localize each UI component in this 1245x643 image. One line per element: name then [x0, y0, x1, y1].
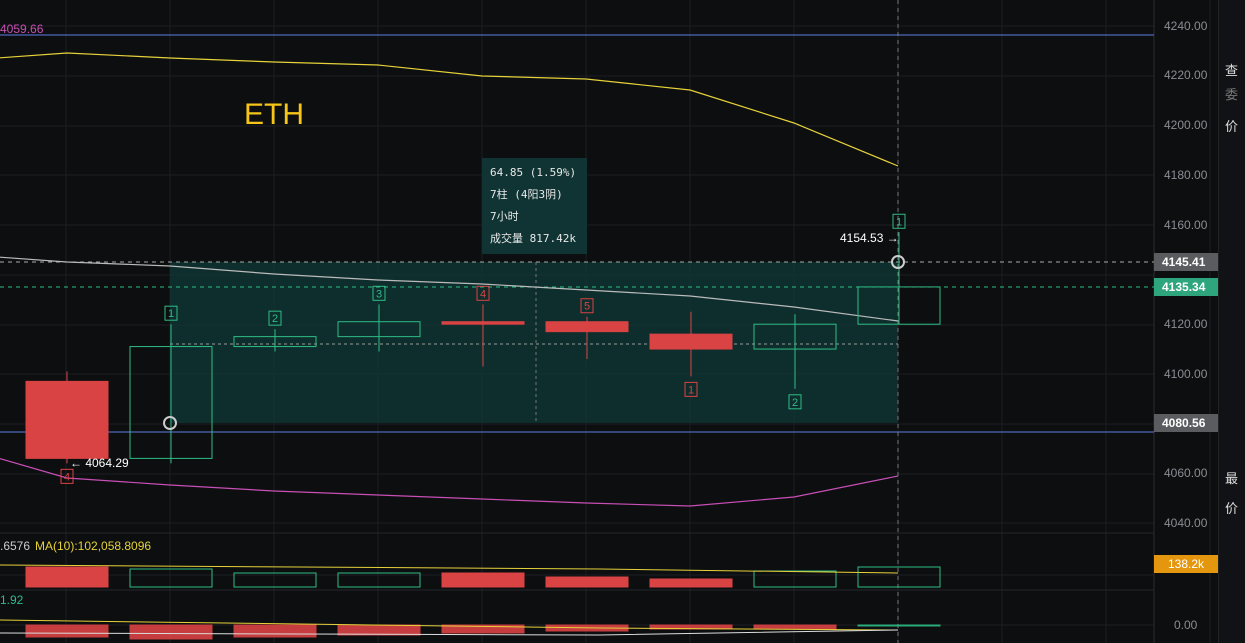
- volume-ma5-label: .6576: [0, 539, 31, 553]
- volume-bar: [25, 566, 109, 588]
- measure-bars: 7柱 (4阳3阴): [490, 188, 563, 201]
- y-tick: 4060.00: [1164, 466, 1208, 480]
- macd-value-label: 1.92: [0, 593, 24, 607]
- last-price-tag: 4135.34: [1154, 278, 1218, 296]
- volume-tag: 138.2k: [1154, 555, 1218, 573]
- y-tick: 4200.00: [1164, 118, 1208, 132]
- volume-bar: [753, 570, 837, 588]
- measure-tooltip: 64.85 (1.59%) 7柱 (4阳3阴) 7小时 成交量 817.42k: [482, 158, 587, 254]
- macd-bar: [129, 624, 213, 640]
- volume-bar: [545, 576, 629, 588]
- macd-bar: [25, 624, 109, 638]
- bar-count-label: 1: [168, 308, 174, 320]
- candle-body: [441, 321, 525, 325]
- side-label: 委: [1225, 87, 1239, 102]
- bar-count-label: 1: [688, 384, 694, 396]
- volume-bar: [129, 568, 213, 588]
- bar-count-label: 3: [376, 288, 382, 300]
- measure-change: 64.85 (1.59%): [490, 166, 577, 179]
- y-tick: 4040.00: [1164, 516, 1208, 530]
- candle-body: [649, 333, 733, 350]
- measure-duration: 7小时: [490, 210, 519, 223]
- volume-ma10-label: MA(10):102,058.8096: [35, 539, 152, 553]
- side-label: 最: [1225, 471, 1239, 486]
- side-label: 查: [1225, 63, 1239, 78]
- macd-zero-tick: 0.00: [1174, 618, 1198, 632]
- macd-bar: [233, 624, 317, 638]
- volume-bar: [441, 572, 525, 588]
- y-tick: 4160.00: [1164, 218, 1208, 232]
- macd-bar: [753, 624, 837, 630]
- volume-bar: [649, 578, 733, 588]
- volume-bar: [857, 566, 941, 588]
- low-line-tag: 4080.56: [1154, 414, 1218, 432]
- band-upper-line: [0, 52, 899, 167]
- level-price-label: 4059.66: [0, 22, 44, 36]
- macd-bar: [337, 624, 421, 636]
- candle-body: [545, 321, 629, 333]
- y-tick: 4240.00: [1164, 19, 1208, 33]
- bar-count-label: 5: [584, 301, 590, 313]
- bar-count-label: 2: [792, 397, 798, 409]
- order-book-panel: 查 委 价 最 价: [1218, 0, 1245, 643]
- macd-bar: [857, 624, 941, 627]
- candle-body: [25, 380, 109, 459]
- bar-count-label: 1: [896, 216, 902, 228]
- high-line-tag: 4145.41: [1154, 253, 1218, 271]
- y-tick: 4120.00: [1164, 317, 1208, 331]
- y-tick: 4180.00: [1164, 168, 1208, 182]
- measure-volume: 成交量 817.42k: [490, 232, 576, 245]
- bar-count-label: 4: [64, 471, 70, 483]
- low-annotation: ← 4064.29: [70, 456, 129, 470]
- y-tick: 4220.00: [1164, 68, 1208, 82]
- side-label: 价: [1225, 119, 1239, 134]
- symbol-watermark: ETH: [244, 98, 304, 131]
- price-chart[interactable]: 4 1 2 3 4 5 1 2 1: [0, 0, 1218, 643]
- bar-count-label: 4: [480, 288, 486, 300]
- high-annotation: 4154.53 →: [840, 231, 899, 245]
- side-label: 价: [1225, 501, 1239, 516]
- y-tick: 4100.00: [1164, 367, 1208, 381]
- bar-count-label: 2: [272, 313, 278, 325]
